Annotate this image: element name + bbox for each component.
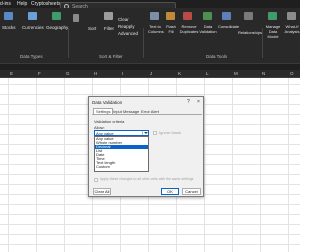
menu-item-addins[interactable]: d-ins <box>0 1 11 7</box>
column-header[interactable]: E <box>10 71 13 77</box>
geography-button[interactable]: Geography <box>46 25 68 30</box>
currencies-icon[interactable] <box>28 12 37 20</box>
help-icon[interactable]: ? <box>187 99 190 105</box>
column-header[interactable]: I <box>122 71 123 77</box>
column-headers: E F G H I J K L M N O <box>0 70 300 78</box>
sort-az-icon[interactable] <box>73 14 79 22</box>
menu-item-help[interactable]: Help <box>17 1 27 7</box>
data-validation-icon[interactable] <box>203 12 212 20</box>
ok-button[interactable]: OK <box>161 188 179 195</box>
text-to-columns-icon[interactable] <box>150 12 159 20</box>
remove-duplicates-button[interactable]: Remove Duplicates <box>178 24 200 34</box>
data-validation-dialog: Data Validation ? × Settings Input Messa… <box>88 96 204 197</box>
divider <box>143 28 144 58</box>
column-header[interactable]: L <box>206 71 209 77</box>
apply-all-label: Apply these changes to all other cells w… <box>100 177 194 181</box>
tab-divider <box>92 114 202 115</box>
column-header[interactable]: M <box>234 71 238 77</box>
remove-duplicates-icon[interactable] <box>183 12 192 20</box>
divider <box>262 28 263 58</box>
column-header[interactable]: J <box>150 71 152 77</box>
dialog-title: Data Validation <box>92 100 123 105</box>
stocks-button[interactable]: Stocks <box>2 25 16 30</box>
what-if-icon[interactable] <box>287 12 296 20</box>
column-header[interactable]: N <box>262 71 265 77</box>
what-if-button[interactable]: What-If Analysis <box>284 24 300 34</box>
filter-button[interactable]: Filter <box>104 26 114 31</box>
ribbon: Stocks Currencies Geography Data Types S… <box>0 8 300 64</box>
excel-window: d-ins Help Cryptosheets Search Stocks Cu… <box>0 0 300 252</box>
cancel-button[interactable]: Cancel <box>182 188 201 195</box>
column-header[interactable]: G <box>66 71 70 77</box>
column-header[interactable]: O <box>290 71 294 77</box>
list-item[interactable]: Custom <box>95 165 148 169</box>
flash-fill-icon[interactable] <box>166 12 175 20</box>
manage-data-model-icon[interactable] <box>268 12 277 20</box>
currencies-button[interactable]: Currencies <box>22 25 44 30</box>
relationships-button[interactable]: Relationships <box>238 30 262 35</box>
divider <box>68 28 69 58</box>
data-types-group-label: Data Types <box>20 54 43 59</box>
ignore-blank-label: Ignore blank <box>159 130 182 135</box>
sort-button[interactable]: Sort <box>88 26 96 31</box>
ignore-blank-checkbox[interactable] <box>153 131 157 135</box>
data-tools-group-label: Data Tools <box>206 54 228 59</box>
menu-item-cryptosheets[interactable]: Cryptosheets <box>31 1 60 7</box>
data-validation-button[interactable]: Data Validation <box>198 24 218 34</box>
geography-icon[interactable] <box>52 12 61 20</box>
column-header[interactable]: H <box>94 71 97 77</box>
filter-icon[interactable] <box>104 12 113 20</box>
column-header[interactable]: F <box>38 71 41 77</box>
relationships-icon[interactable] <box>244 12 253 20</box>
consolidate-icon[interactable] <box>222 12 231 20</box>
text-to-columns-button[interactable]: Text to Columns <box>148 24 164 34</box>
chevron-down-icon[interactable] <box>142 131 148 135</box>
apply-all-checkbox[interactable] <box>94 178 98 182</box>
flash-fill-button[interactable]: Flash Fill <box>164 24 178 34</box>
stocks-icon[interactable] <box>4 12 13 20</box>
manage-data-model-button[interactable]: Manage Data Model <box>264 24 282 39</box>
allow-options-list[interactable]: Any value Whole number Decimal List Date… <box>94 136 149 172</box>
reapply-button[interactable]: Reapply <box>118 24 135 29</box>
clear-all-button[interactable]: Clear All <box>93 188 111 195</box>
clear-filter-button[interactable]: Clear <box>118 17 129 22</box>
sort-filter-group-label: Sort & Filter <box>99 54 123 59</box>
advanced-button[interactable]: Advanced <box>118 31 138 36</box>
consolidate-button[interactable]: Consolidate <box>218 24 239 29</box>
close-icon[interactable]: × <box>197 99 200 105</box>
criteria-label: Validation criteria <box>94 119 125 124</box>
column-header[interactable]: K <box>178 71 181 77</box>
